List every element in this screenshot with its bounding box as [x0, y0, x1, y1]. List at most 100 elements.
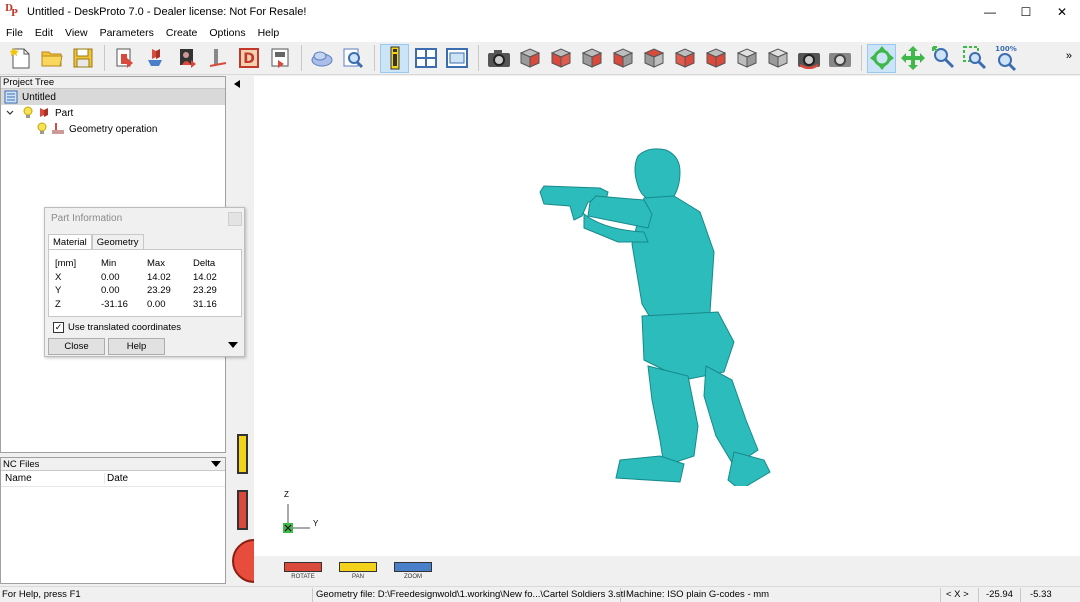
yellow-slider-handle[interactable]: [237, 434, 248, 474]
zoom-100-icon: 100%: [995, 45, 1017, 72]
close-button[interactable]: ✕: [1044, 0, 1080, 24]
project-tree-header: Project Tree: [1, 77, 225, 89]
nc-files-columns: Name Date: [1, 471, 225, 487]
bitmap-button[interactable]: [172, 44, 201, 73]
tab-geometry[interactable]: Geometry: [91, 234, 144, 249]
simulation-icon: [311, 51, 332, 67]
checkbox-label: Use translated coordinates: [68, 322, 182, 333]
zoom-control-button[interactable]: [394, 562, 432, 572]
table-header-cell: Max: [147, 258, 165, 270]
camera-rotate-button[interactable]: [794, 44, 823, 73]
part-parameters-button[interactable]: [141, 44, 170, 73]
menu-file[interactable]: File: [0, 27, 29, 39]
menu-view[interactable]: View: [59, 27, 94, 39]
help-button[interactable]: Help: [108, 338, 165, 355]
tree-item-part[interactable]: Part: [1, 105, 225, 121]
dropdown-arrow-icon[interactable]: [211, 461, 221, 468]
dialog-title: Part Information: [51, 213, 123, 224]
view-top-button[interactable]: [670, 44, 699, 73]
menu-help[interactable]: Help: [252, 27, 286, 39]
view-control-strip: ROTATE PAN ZOOM: [254, 556, 1080, 584]
part-icon: [147, 49, 162, 66]
translated-coordinates-checkbox[interactable]: ✓: [53, 322, 64, 333]
column-header-date[interactable]: Date: [105, 473, 128, 484]
deskproto-app-icon[interactable]: DP: [5, 4, 21, 20]
dialog-title-bar[interactable]: Part Information: [45, 208, 244, 230]
lightbulb-icon[interactable]: [21, 106, 35, 120]
chevron-down-icon[interactable]: [5, 106, 15, 120]
status-separator: [620, 588, 621, 602]
simulation-button[interactable]: [307, 44, 336, 73]
expand-arrow-icon[interactable]: [228, 342, 238, 348]
zoom-window-button[interactable]: [960, 44, 989, 73]
menu-create[interactable]: Create: [160, 27, 204, 39]
menu-options[interactable]: Options: [203, 27, 251, 39]
rotate-tool-button[interactable]: [867, 43, 896, 73]
collapse-left-arrow-icon[interactable]: [234, 80, 240, 88]
export-button[interactable]: [265, 44, 294, 73]
new-project-button[interactable]: [6, 44, 35, 73]
vector-button[interactable]: [203, 44, 232, 73]
status-coord-x: -25.94: [986, 589, 1013, 600]
table-header-cell: [mm]: [55, 258, 77, 270]
zoom-100-button[interactable]: 100%: [991, 44, 1020, 73]
pan-control-button[interactable]: [339, 562, 377, 572]
nc-files-header[interactable]: NC Files: [1, 458, 225, 471]
cube-left-icon: [643, 48, 664, 68]
preview-button[interactable]: [338, 44, 367, 73]
zoom-badge: 100%: [995, 45, 1017, 53]
camera-rotate-icon: [797, 53, 820, 69]
view-bottom-button[interactable]: [701, 44, 730, 73]
camera-view-button[interactable]: [484, 44, 513, 73]
zoom-tool-button[interactable]: [929, 44, 958, 73]
load-geometry-button[interactable]: [110, 44, 139, 73]
3d-viewport[interactable]: Z Y: [254, 76, 1080, 556]
status-help-text: For Help, press F1: [2, 589, 81, 600]
maximize-button[interactable]: ☐: [1008, 0, 1044, 24]
toolbar-overflow-chevron[interactable]: »: [1066, 50, 1072, 62]
view-gray-iso-button[interactable]: [732, 44, 761, 73]
nc-files-panel: NC Files Name Date: [0, 457, 226, 584]
dialog-close-box[interactable]: [228, 212, 242, 226]
minimize-button[interactable]: —: [972, 0, 1008, 24]
close-dialog-button[interactable]: Close: [48, 338, 105, 355]
view-iso-button[interactable]: [515, 44, 544, 73]
view-right-button[interactable]: [577, 44, 606, 73]
save-project-button[interactable]: [68, 44, 97, 73]
tab-material[interactable]: Material: [48, 234, 92, 249]
view-front-button[interactable]: [546, 44, 575, 73]
open-project-button[interactable]: [37, 44, 66, 73]
tree-item-operation[interactable]: Geometry operation: [1, 121, 225, 137]
layout-view-button[interactable]: [411, 44, 440, 73]
table-cell: 14.02: [193, 271, 217, 283]
axis-gizmo: Z Y: [280, 488, 340, 538]
view-back-button[interactable]: [608, 44, 637, 73]
cube-right-icon: [581, 48, 602, 68]
main-toolbar: D 100%: [0, 42, 1080, 75]
table-row: Y 0.00 23.29 23.29: [55, 284, 233, 298]
window-title: Untitled - DeskProto 7.0 - Dealer licens…: [27, 6, 307, 18]
table-header-cell: Delta: [193, 258, 216, 270]
window-view-button[interactable]: [442, 44, 471, 73]
part-info-button[interactable]: [380, 43, 409, 73]
dimensions-panel: [mm] Min Max Delta X 0.00 14.02 14.02 Y …: [48, 249, 242, 317]
menu-parameters[interactable]: Parameters: [94, 27, 160, 39]
view-left-button[interactable]: [639, 44, 668, 73]
column-header-name[interactable]: Name: [1, 473, 105, 484]
red-slider-handle[interactable]: [237, 490, 248, 530]
menu-edit[interactable]: Edit: [29, 27, 59, 39]
table-header-cell: Min: [101, 258, 117, 270]
camera-reset-button[interactable]: [825, 44, 854, 73]
drawing-button[interactable]: D: [234, 44, 263, 73]
pan-tool-button[interactable]: [898, 44, 927, 73]
lightbulb-icon[interactable]: [35, 122, 49, 136]
table-cell: 0.00: [147, 298, 166, 310]
view-gray-front-button[interactable]: [763, 44, 792, 73]
pan-control-label: PAN: [352, 574, 364, 580]
toolbar-separator: [478, 45, 479, 71]
cube-bottom-icon: [705, 48, 726, 68]
rotate-control-button[interactable]: [284, 562, 322, 572]
table-row: X 0.00 14.02 14.02: [55, 271, 233, 285]
tree-item-project[interactable]: Untitled: [1, 89, 225, 105]
status-separator: [312, 588, 313, 602]
